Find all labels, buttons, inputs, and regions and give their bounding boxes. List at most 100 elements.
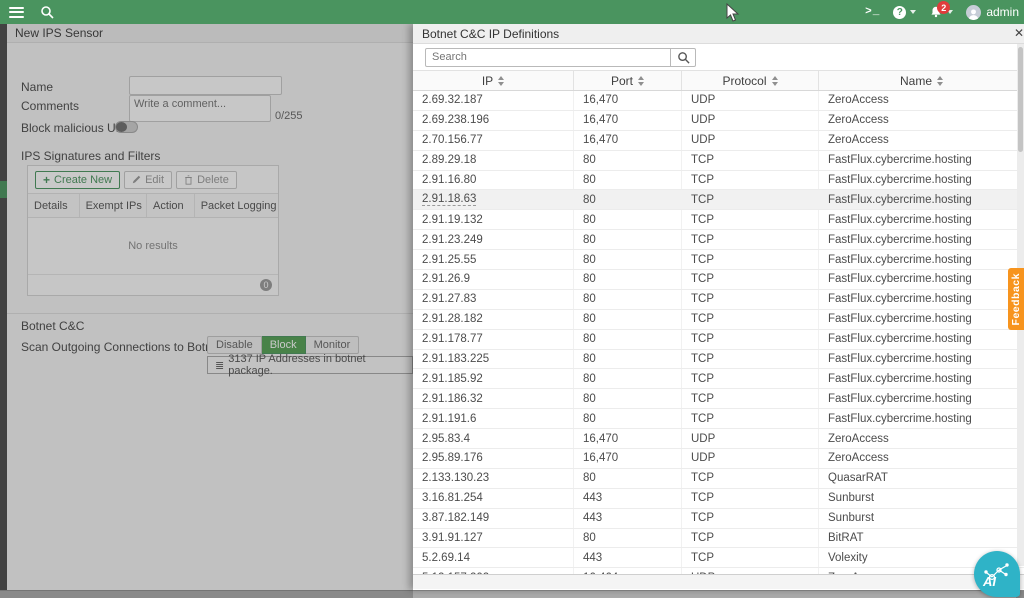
- botnet-table-row[interactable]: 2.70.156.7716,470UDPZeroAccess: [413, 131, 1024, 151]
- botnet-cell-protocol: TCP: [682, 330, 819, 349]
- botnet-cell-ip: 2.91.25.55: [413, 250, 574, 269]
- botnet-table-row[interactable]: 2.91.23.24980TCPFastFlux.cybercrime.host…: [413, 230, 1024, 250]
- botnet-cell-ip: 2.91.28.182: [413, 310, 574, 329]
- top-navbar: >_ ? 2 admin: [0, 0, 1024, 24]
- botnet-cell-port: 80: [574, 469, 682, 488]
- botnet-cell-name: FastFlux.cybercrime.hosting: [819, 389, 1024, 408]
- cli-console-icon[interactable]: >_: [865, 6, 880, 18]
- botnet-cell-port: 80: [574, 350, 682, 369]
- botnet-table-row[interactable]: 3.16.81.254443TCPSunburst: [413, 489, 1024, 509]
- column-header-name[interactable]: Name: [819, 71, 1024, 90]
- ai-assistant-button[interactable]: AI: [974, 551, 1020, 597]
- botnet-cell-port: 80: [574, 230, 682, 249]
- botnet-cell-protocol: TCP: [682, 350, 819, 369]
- botnet-table-row[interactable]: 2.95.83.416,470UDPZeroAccess: [413, 429, 1024, 449]
- close-icon[interactable]: ✕: [1014, 26, 1024, 40]
- botnet-cell-name: FastFlux.cybercrime.hosting: [819, 171, 1024, 190]
- botnet-cell-ip: 2.91.183.225: [413, 350, 574, 369]
- search-button[interactable]: [671, 48, 696, 67]
- botnet-cell-protocol: TCP: [682, 171, 819, 190]
- botnet-table-row[interactable]: 2.91.18.6380TCPFastFlux.cybercrime.hosti…: [413, 190, 1024, 210]
- botnet-table-row[interactable]: 2.91.183.22580TCPFastFlux.cybercrime.hos…: [413, 350, 1024, 370]
- botnet-cell-protocol: TCP: [682, 250, 819, 269]
- botnet-table-row[interactable]: 2.91.19.13280TCPFastFlux.cybercrime.host…: [413, 210, 1024, 230]
- botnet-table-row[interactable]: 2.89.29.1880TCPFastFlux.cybercrime.hosti…: [413, 151, 1024, 171]
- botnet-cell-port: 80: [574, 369, 682, 388]
- notifications-menu[interactable]: 2: [929, 5, 953, 19]
- botnet-cell-port: 80: [574, 190, 682, 209]
- help-icon: ?: [893, 6, 906, 19]
- column-header-protocol[interactable]: Protocol: [682, 71, 819, 90]
- botnet-cell-name: FastFlux.cybercrime.hosting: [819, 350, 1024, 369]
- modal-backdrop: [0, 24, 413, 598]
- botnet-cell-name: FastFlux.cybercrime.hosting: [819, 330, 1024, 349]
- feedback-tab[interactable]: Feedback: [1008, 268, 1024, 330]
- botnet-cell-name: FastFlux.cybercrime.hosting: [819, 369, 1024, 388]
- botnet-cell-port: 80: [574, 330, 682, 349]
- botnet-table-row[interactable]: 2.91.185.9280TCPFastFlux.cybercrime.host…: [413, 369, 1024, 389]
- help-menu[interactable]: ?: [893, 6, 916, 19]
- botnet-cell-port: 16,470: [574, 429, 682, 448]
- avatar: [966, 5, 981, 20]
- botnet-cell-name: FastFlux.cybercrime.hosting: [819, 250, 1024, 269]
- botnet-cell-port: 80: [574, 250, 682, 269]
- botnet-cell-port: 80: [574, 290, 682, 309]
- botnet-cell-ip: 2.95.83.4: [413, 429, 574, 448]
- botnet-cell-ip: 2.70.156.77: [413, 131, 574, 150]
- column-header-ip[interactable]: IP: [413, 71, 574, 90]
- sort-icon: [772, 76, 778, 86]
- botnet-table-row[interactable]: 2.91.27.8380TCPFastFlux.cybercrime.hosti…: [413, 290, 1024, 310]
- botnet-cell-ip: 2.69.32.187: [413, 91, 574, 110]
- menu-icon[interactable]: [9, 7, 24, 18]
- mouse-cursor: [726, 3, 741, 23]
- search-icon: [677, 51, 690, 64]
- botnet-table-row[interactable]: 2.133.130.2380TCPQuasarRAT: [413, 469, 1024, 489]
- scrollbar-thumb[interactable]: [1018, 47, 1023, 152]
- search-icon[interactable]: [40, 5, 54, 19]
- botnet-cell-port: 443: [574, 489, 682, 508]
- sort-icon: [937, 76, 943, 86]
- botnet-cell-protocol: TCP: [682, 369, 819, 388]
- botnet-cell-protocol: TCP: [682, 509, 819, 528]
- botnet-cell-name: FastFlux.cybercrime.hosting: [819, 409, 1024, 428]
- botnet-cell-name: FastFlux.cybercrime.hosting: [819, 190, 1024, 209]
- botnet-cell-port: 80: [574, 270, 682, 289]
- botnet-table-row[interactable]: 2.91.178.7780TCPFastFlux.cybercrime.host…: [413, 330, 1024, 350]
- botnet-cell-name: ZeroAccess: [819, 429, 1024, 448]
- botnet-cell-ip: 3.16.81.254: [413, 489, 574, 508]
- botnet-cell-ip: 2.89.29.18: [413, 151, 574, 170]
- botnet-cell-name: FastFlux.cybercrime.hosting: [819, 290, 1024, 309]
- column-header-port[interactable]: Port: [574, 71, 682, 90]
- botnet-table-row[interactable]: 2.91.191.680TCPFastFlux.cybercrime.hosti…: [413, 409, 1024, 429]
- botnet-cell-protocol: TCP: [682, 270, 819, 289]
- botnet-cell-ip: 3.87.182.149: [413, 509, 574, 528]
- botnet-cell-port: 80: [574, 210, 682, 229]
- botnet-cell-port: 443: [574, 548, 682, 567]
- botnet-cell-protocol: UDP: [682, 449, 819, 468]
- user-menu[interactable]: admin: [966, 5, 1019, 20]
- botnet-table-row[interactable]: 2.91.16.8080TCPFastFlux.cybercrime.hosti…: [413, 171, 1024, 191]
- botnet-cell-protocol: TCP: [682, 529, 819, 548]
- botnet-cell-protocol: TCP: [682, 409, 819, 428]
- chevron-down-icon: [910, 10, 916, 14]
- botnet-table-row[interactable]: 2.91.25.5580TCPFastFlux.cybercrime.hosti…: [413, 250, 1024, 270]
- botnet-table-row[interactable]: 2.91.186.3280TCPFastFlux.cybercrime.host…: [413, 389, 1024, 409]
- botnet-table-row[interactable]: 2.95.89.17616,470UDPZeroAccess: [413, 449, 1024, 469]
- botnet-cell-ip: 2.91.23.249: [413, 230, 574, 249]
- botnet-table-row[interactable]: 2.91.28.18280TCPFastFlux.cybercrime.host…: [413, 310, 1024, 330]
- botnet-table-row[interactable]: 2.91.26.980TCPFastFlux.cybercrime.hostin…: [413, 270, 1024, 290]
- botnet-cell-protocol: UDP: [682, 111, 819, 130]
- botnet-table-row[interactable]: 5.2.69.14443TCPVolexity: [413, 548, 1024, 568]
- botnet-table-row[interactable]: 5.12.157.20216,464UDPZeroAccess: [413, 568, 1024, 574]
- panel-footer: [413, 574, 1024, 589]
- search-input[interactable]: [425, 48, 671, 67]
- botnet-cell-name: Sunburst: [819, 489, 1024, 508]
- botnet-cell-ip: 2.91.186.32: [413, 389, 574, 408]
- botnet-cell-protocol: UDP: [682, 429, 819, 448]
- botnet-table-row[interactable]: 2.69.238.19616,470UDPZeroAccess: [413, 111, 1024, 131]
- botnet-table-row[interactable]: 3.87.182.149443TCPSunburst: [413, 509, 1024, 529]
- screen: >_ ? 2 admin New IPS Sensor: [0, 0, 1024, 598]
- botnet-table-row[interactable]: 3.91.91.12780TCPBitRAT: [413, 529, 1024, 549]
- botnet-cell-protocol: TCP: [682, 310, 819, 329]
- botnet-table-row[interactable]: 2.69.32.18716,470UDPZeroAccess: [413, 91, 1024, 111]
